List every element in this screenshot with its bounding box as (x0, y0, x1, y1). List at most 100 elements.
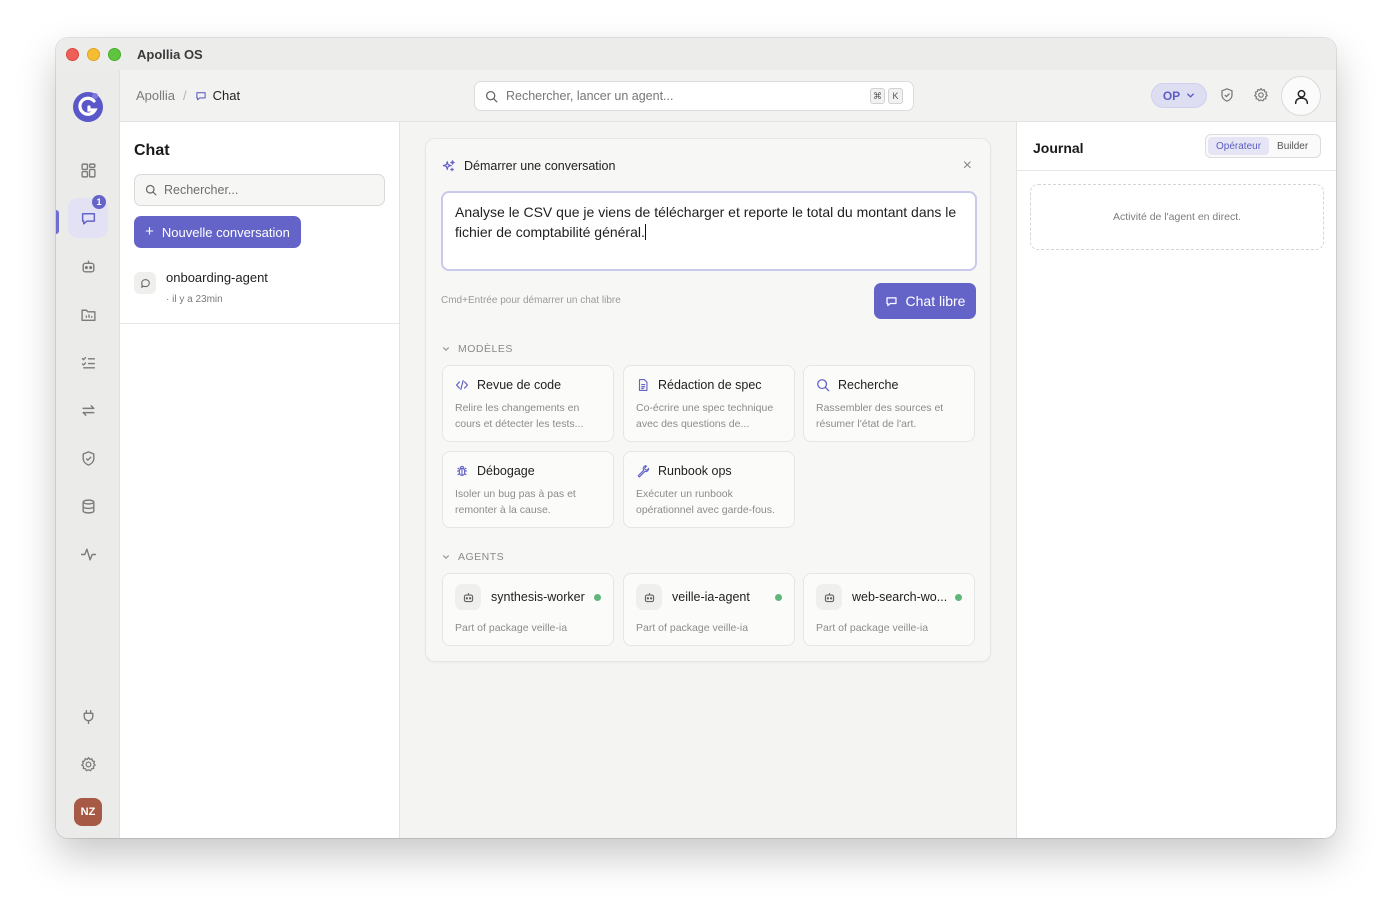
shortcut-key-cmd: ⌘ (870, 88, 885, 104)
template-title: Débogage (477, 464, 535, 478)
template-title: Rédaction de spec (658, 378, 762, 392)
agent-package: Part of package veille-ia (455, 622, 568, 634)
app-window: Apollia OS 1 NZ Apollia / Chat Recherche… (56, 38, 1336, 838)
template-description: Isoler un bug pas à pas et remonter à la… (455, 488, 576, 516)
template-card-research[interactable]: Recherche Rassembler des sources et résu… (803, 365, 975, 442)
operator-mode-dropdown[interactable]: OP (1151, 83, 1207, 108)
close-window-button[interactable] (66, 47, 79, 61)
agent-card-web-search-worker[interactable]: web-search-wo... Part of package veille-… (803, 573, 975, 646)
document-icon (638, 379, 648, 391)
repeat-icon (81, 404, 95, 416)
sidebar-item-settings[interactable] (68, 744, 108, 784)
agent-card-synthesis-worker[interactable]: synthesis-worker Part of package veille-… (442, 573, 614, 646)
sidebar-item-tasks[interactable] (68, 342, 108, 382)
sidebar-item-data[interactable] (68, 486, 108, 526)
sidebar: 1 NZ (56, 70, 120, 838)
pulse-icon (80, 547, 96, 561)
search-icon (817, 379, 830, 392)
zoom-window-button[interactable] (108, 47, 121, 61)
template-description: Exécuter un runbook opérationnel avec ga… (636, 488, 775, 516)
template-title: Revue de code (477, 378, 562, 392)
agent-status-online (775, 594, 782, 601)
plus-icon: + (145, 223, 154, 240)
new-conversation-button[interactable]: + Nouvelle conversation (134, 216, 301, 248)
bug-icon (457, 465, 467, 476)
chat-icon (195, 91, 206, 100)
shield-check-icon (81, 450, 95, 466)
chat-icon (81, 212, 95, 225)
wrench-icon (637, 465, 650, 478)
card-header-label: Démarrer une conversation (464, 159, 616, 173)
shortcut-hint-text: Cmd+Entrée pour démarrer un chat libre (441, 295, 621, 306)
template-card-debugging[interactable]: Débogage Isoler un bug pas à pas et remo… (442, 451, 614, 528)
conversation-time: · il y a 23min (166, 294, 223, 305)
conversation-icon (134, 272, 156, 294)
sidebar-item-dashboard[interactable] (68, 150, 108, 190)
gear-icon (80, 756, 96, 771)
chat-search-input[interactable] (164, 183, 364, 197)
sidebar-item-projects[interactable] (68, 294, 108, 334)
chat-list-panel: Chat + Nouvelle conversation onboarding-… (120, 122, 400, 838)
breadcrumb-separator: / (183, 88, 187, 103)
conversation-name: onboarding-agent (166, 270, 268, 285)
operator-mode-label: OP (1162, 88, 1181, 103)
shortcut-hint: ⌘ K (870, 88, 903, 104)
active-indicator (56, 210, 59, 234)
agents-section-label: AGENTS (458, 551, 505, 563)
agents-section-toggle[interactable]: AGENTS (442, 551, 504, 563)
close-icon[interactable]: × (963, 158, 972, 174)
robot-icon (463, 592, 473, 602)
database-icon (81, 498, 95, 514)
agent-name: web-search-wo... (852, 590, 948, 604)
user-avatar[interactable]: NZ (74, 798, 102, 826)
text-caret (644, 224, 646, 240)
agent-card-veille-ia-agent[interactable]: veille-ia-agent Part of package veille-i… (623, 573, 795, 646)
chat-search[interactable] (134, 174, 385, 206)
prompt-text: Analyse le CSV que je viens de télécharg… (455, 204, 957, 240)
chat-libre-button[interactable]: Chat libre (874, 283, 976, 319)
chat-panel-title: Chat (134, 142, 170, 159)
settings-gear-icon[interactable] (1253, 87, 1269, 103)
global-search[interactable]: ⌘ K (474, 81, 914, 111)
sparkles-icon (442, 160, 455, 172)
window-title: Apollia OS (137, 46, 203, 62)
breadcrumb-current-label: Chat (212, 88, 241, 103)
agent-name: synthesis-worker (491, 590, 585, 604)
toggle-operator[interactable]: Opérateur (1208, 137, 1270, 155)
toggle-builder[interactable]: Builder (1269, 137, 1316, 155)
search-icon (145, 184, 157, 196)
new-conversation-label: Nouvelle conversation (161, 224, 290, 240)
conversation-item[interactable]: onboarding-agent · il y a 23min (120, 258, 399, 324)
main-content: Démarrer une conversation × Analyse le C… (400, 122, 1016, 838)
prompt-input[interactable]: Analyse le CSV que je viens de télécharg… (441, 191, 977, 271)
folder-chart-icon (80, 309, 96, 321)
sidebar-item-chat[interactable]: 1 (68, 195, 108, 238)
template-title: Runbook ops (658, 464, 732, 478)
sidebar-item-integrations[interactable] (68, 696, 108, 736)
sidebar-item-security[interactable] (68, 438, 108, 478)
plug-icon (83, 709, 93, 724)
code-icon (455, 380, 469, 390)
chevron-down-icon (1187, 93, 1195, 98)
template-description: Relire les changements en cours et détec… (455, 402, 584, 430)
template-title: Recherche (838, 378, 899, 392)
sidebar-item-agents[interactable] (68, 246, 108, 286)
user-icon (1294, 89, 1308, 104)
minimize-window-button[interactable] (87, 47, 100, 61)
chevron-down-icon (443, 555, 449, 560)
breadcrumb-root[interactable]: Apollia (136, 88, 175, 103)
sidebar-item-workflows[interactable] (68, 390, 108, 430)
chevron-down-icon (443, 347, 449, 352)
templates-section-toggle[interactable]: MODÈLES (442, 343, 513, 355)
template-card-runbook-ops[interactable]: Runbook ops Exécuter un runbook opératio… (623, 451, 795, 528)
title-bar: Apollia OS (56, 38, 1336, 70)
checklist-icon (81, 356, 95, 369)
sidebar-item-activity[interactable] (68, 534, 108, 574)
user-profile-button[interactable] (1281, 76, 1321, 116)
shield-icon[interactable] (1219, 87, 1235, 103)
grid-icon (80, 162, 96, 178)
global-search-input[interactable] (506, 89, 846, 103)
template-card-code-review[interactable]: Revue de code Relire les changements en … (442, 365, 614, 442)
template-card-spec-writing[interactable]: Rédaction de spec Co-écrire une spec tec… (623, 365, 795, 442)
start-conversation-card: Démarrer une conversation × Analyse le C… (425, 138, 991, 662)
